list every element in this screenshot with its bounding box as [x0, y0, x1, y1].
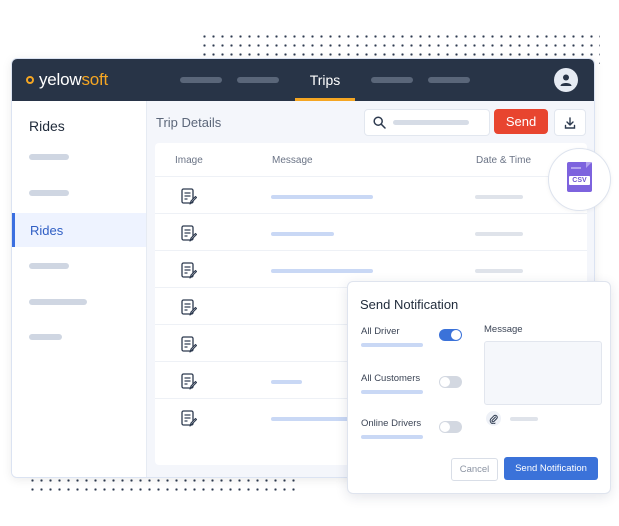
toggle-knob [451, 330, 461, 340]
user-icon [560, 74, 572, 86]
column-header-message: Message [272, 155, 313, 166]
document-edit-icon [181, 336, 198, 359]
send-button[interactable]: Send [494, 109, 548, 134]
sidebar-item-placeholder-1[interactable] [29, 154, 69, 160]
row-message-placeholder [271, 232, 334, 236]
csv-label: CSV [569, 176, 590, 185]
sidebar-item-placeholder-2[interactable] [29, 190, 69, 196]
document-edit-icon [181, 262, 198, 285]
csv-file-line [571, 167, 581, 169]
document-edit-icon [181, 373, 198, 396]
csv-export-badge[interactable]: CSV [548, 148, 611, 211]
message-textarea[interactable] [484, 341, 602, 405]
row-date-placeholder [475, 269, 523, 273]
nav-item-placeholder-1[interactable] [180, 77, 222, 83]
document-edit-icon [181, 225, 198, 248]
search-placeholder-bar [393, 120, 469, 125]
paperclip-icon [489, 414, 498, 424]
sidebar-title: Rides [29, 118, 65, 134]
option-bar [361, 390, 423, 394]
attach-button[interactable] [486, 411, 501, 426]
column-header-image: Image [175, 155, 203, 166]
attachment-placeholder-bar [510, 417, 538, 421]
send-notification-panel: Send Notification All Driver All Custome… [347, 281, 611, 494]
user-avatar[interactable] [554, 68, 578, 92]
cancel-button[interactable]: Cancel [451, 458, 498, 481]
toggle-knob [440, 422, 450, 432]
search-input[interactable] [364, 109, 490, 136]
search-icon [373, 116, 386, 129]
notification-title: Send Notification [360, 297, 459, 312]
sidebar-item-rides[interactable]: Rides [12, 213, 146, 247]
page-title: Trip Details [156, 115, 222, 130]
nav-item-placeholder-3[interactable] [371, 77, 413, 83]
nav-item-placeholder-4[interactable] [428, 77, 470, 83]
csv-file-icon: CSV [567, 162, 592, 192]
csv-file-corner [586, 162, 592, 168]
option-bar [361, 343, 423, 347]
option-label-online-drivers: Online Drivers [361, 418, 422, 429]
table-row[interactable] [155, 213, 587, 251]
toggle-all-driver[interactable] [439, 329, 462, 341]
toggle-knob [440, 377, 450, 387]
document-edit-icon [181, 188, 198, 211]
logo[interactable]: yelow soft [26, 70, 108, 90]
table-row[interactable] [155, 176, 587, 214]
toggle-online-drivers[interactable] [439, 421, 462, 433]
sidebar: Rides Rides [12, 101, 147, 477]
toggle-all-customers[interactable] [439, 376, 462, 388]
document-edit-icon [181, 410, 198, 433]
row-message-placeholder [271, 380, 302, 384]
option-bar [361, 435, 423, 439]
logo-text-accent: soft [81, 70, 109, 89]
download-icon [564, 116, 576, 129]
nav-item-placeholder-2[interactable] [237, 77, 279, 83]
row-date-placeholder [475, 232, 523, 236]
logo-mark-icon [26, 76, 34, 84]
row-message-placeholder [271, 195, 373, 199]
document-edit-icon [181, 299, 198, 322]
sidebar-item-placeholder-5[interactable] [29, 334, 62, 340]
sidebar-item-placeholder-3[interactable] [29, 263, 69, 269]
download-button[interactable] [554, 109, 586, 136]
message-label: Message [484, 324, 523, 335]
logo-text-primary: yelow [39, 70, 82, 89]
nav-tab-trips[interactable]: Trips [295, 59, 355, 101]
option-label-all-driver: All Driver [361, 326, 400, 337]
column-header-date: Date & Time [476, 155, 532, 166]
row-message-placeholder [271, 269, 373, 273]
decorative-dots-bottom [28, 476, 298, 496]
top-navbar: yelow soft Trips [12, 59, 594, 101]
option-label-all-customers: All Customers [361, 373, 421, 384]
sidebar-item-placeholder-4[interactable] [29, 299, 87, 305]
send-notification-button[interactable]: Send Notification [504, 457, 598, 480]
row-date-placeholder [475, 195, 523, 199]
sidebar-item-label: Rides [30, 223, 64, 238]
